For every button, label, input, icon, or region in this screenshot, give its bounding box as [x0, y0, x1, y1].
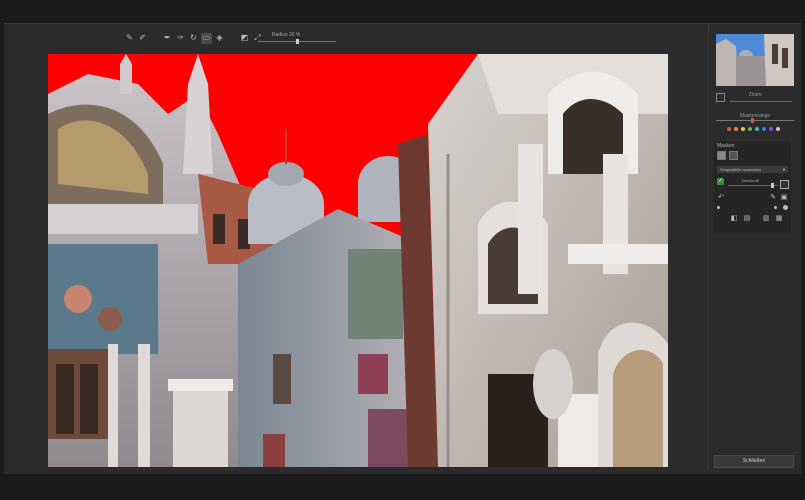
mask-range-knob[interactable] — [751, 118, 754, 123]
chevron-down-icon: ▼ — [782, 167, 786, 172]
thumbnail-image — [716, 34, 794, 86]
mask-range-slider[interactable] — [716, 120, 794, 121]
color-range-dot[interactable] — [755, 127, 759, 131]
radius-slider[interactable]: Radius 30 % — [258, 30, 336, 46]
small-dot-icon[interactable] — [717, 206, 720, 209]
zoom-label: Zoom — [748, 92, 762, 98]
paste-mask-icon[interactable]: ▥ — [762, 215, 770, 222]
mask-tools-row-3: ◧ ▤ ▥ ▦ — [730, 215, 783, 222]
fill-icon[interactable]: ◩ — [239, 33, 250, 44]
large-dot-icon[interactable] — [783, 205, 788, 210]
mask-range-label: Maskenrange — [739, 113, 771, 119]
pen-minus-icon[interactable]: ✑ — [175, 33, 186, 44]
delete-mask-icon[interactable]: ▦ — [775, 215, 783, 222]
mask-color-swatch[interactable] — [780, 180, 789, 189]
masks-panel: Masken Sergeabbild anwenden ▼ ✓ Deckkraf… — [714, 141, 791, 233]
radius-label: Radius 30 % — [272, 32, 301, 38]
radius-knob[interactable] — [295, 39, 299, 44]
mask-mode-select[interactable]: Sergeabbild anwenden ▼ — [717, 166, 788, 173]
pen-icon[interactable]: ✎ — [769, 194, 777, 201]
select-icon[interactable]: ◈ — [214, 33, 225, 44]
panel-divider — [708, 25, 709, 470]
refresh-icon[interactable]: ↻ — [188, 33, 199, 44]
bottom-bar — [0, 474, 805, 500]
add-mask-icon[interactable]: ◧ — [730, 215, 738, 222]
color-range-dot[interactable] — [769, 127, 773, 131]
overlay-mask-icon[interactable] — [729, 151, 738, 160]
brush-icon[interactable]: ✎ — [124, 33, 135, 44]
color-range-dot[interactable] — [741, 127, 745, 131]
mask-mode-value: Sergeabbild anwenden — [720, 167, 761, 172]
show-mask-icon[interactable] — [717, 151, 726, 160]
navigator-thumbnail[interactable] — [716, 34, 794, 86]
color-range-dot[interactable] — [734, 127, 738, 131]
brush-plus-icon[interactable]: ✐ — [137, 33, 148, 44]
color-range-dot[interactable] — [762, 127, 766, 131]
color-range-dot[interactable] — [776, 127, 780, 131]
opacity-knob[interactable] — [771, 183, 774, 188]
enable-checkbox[interactable]: ✓ — [717, 178, 724, 185]
color-range-dot[interactable] — [748, 127, 752, 131]
zoom-slider[interactable] — [730, 101, 792, 102]
mask-tools-row-2 — [717, 205, 788, 210]
venice-photo — [48, 54, 668, 467]
opacity-label: Deckkraft — [742, 178, 759, 183]
color-range-picker — [727, 127, 780, 131]
color-range-dot[interactable] — [727, 127, 731, 131]
copy-mask-icon[interactable]: ▤ — [743, 215, 751, 222]
masks-title: Masken — [717, 143, 735, 149]
opacity-row: ✓ — [717, 178, 724, 185]
eraser-icon[interactable]: ▭ — [201, 32, 212, 44]
medium-dot-icon[interactable] — [774, 206, 777, 209]
mask-tools-row-1: ↶ ✎ ▣ — [717, 194, 788, 201]
mask-toolbar: ✎ ✐ ✒ ✑ ↻ ▭ ◈ ◩ ⤢ — [124, 31, 263, 45]
pen-icon[interactable]: ✒ — [162, 33, 173, 44]
main-image[interactable] — [48, 54, 668, 467]
zoom-row: Zoom — [716, 92, 794, 106]
mask-view-row — [717, 151, 738, 160]
brush-icon[interactable]: ▣ — [780, 194, 788, 201]
close-button[interactable]: Schließen — [714, 455, 794, 468]
undo-icon[interactable]: ↶ — [717, 194, 725, 201]
top-bar — [0, 0, 805, 23]
